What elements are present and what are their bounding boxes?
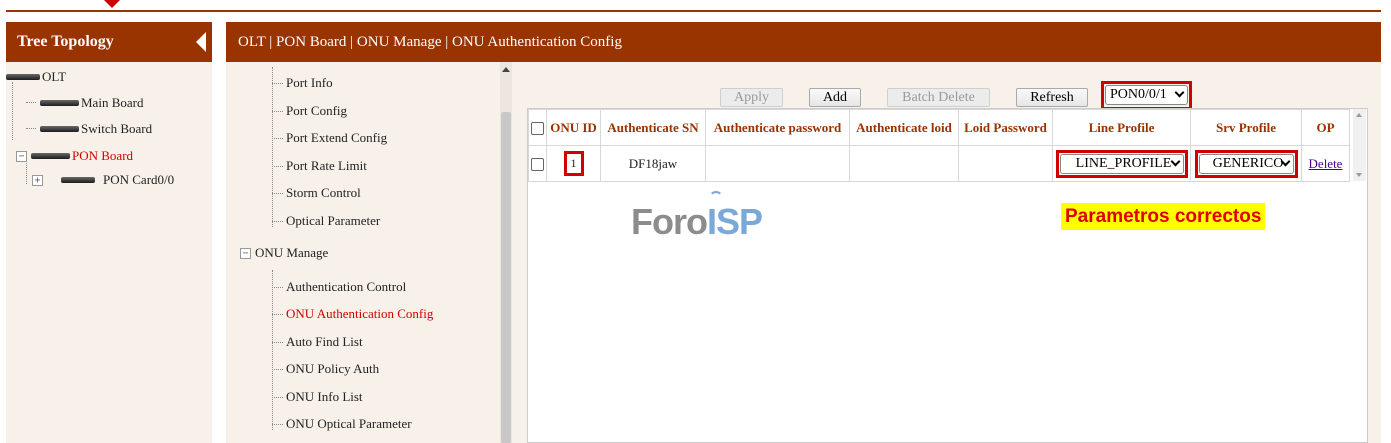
pon-port-value: PON0/0/1	[1110, 87, 1167, 102]
highlight-box: GENERICO	[1194, 149, 1298, 178]
function-menu: Port Info Port Config Port Extend Config…	[226, 62, 514, 443]
table-scrollbar[interactable]	[1353, 109, 1366, 181]
menu-group-onu-manage[interactable]: − ONU Manage	[240, 245, 328, 261]
scroll-up-icon[interactable]	[502, 67, 510, 72]
highlight-box: LINE_PROFILE	[1055, 149, 1188, 178]
onu-id-cell: 1	[546, 145, 601, 182]
tree-node-label: PON Board	[72, 148, 134, 163]
tree-node-switch-board[interactable]: Switch Board	[40, 121, 152, 137]
top-border-line	[6, 10, 1381, 12]
collapse-panel-icon[interactable]	[196, 32, 206, 52]
annotation-note: Parametros correctos	[1061, 203, 1266, 230]
select-all-cell	[528, 109, 547, 146]
row-select-cell	[528, 145, 547, 182]
menu-item-port-config[interactable]: Port Config	[271, 103, 347, 119]
table-header-row: ONU ID Authenticate SN Authenticate pass…	[528, 109, 1350, 146]
menu-item-onu-authentication-config[interactable]: ONU Authentication Config	[271, 306, 433, 322]
menu-item-port-info[interactable]: Port Info	[272, 75, 333, 91]
srv-profile-cell: GENERICO	[1190, 145, 1302, 182]
tree-node-olt[interactable]: OLT	[6, 69, 66, 85]
olt-device-icon	[6, 74, 40, 80]
menu-item-onu-policy-auth[interactable]: ONU Policy Auth	[271, 361, 379, 377]
expand-icon[interactable]: +	[32, 174, 43, 186]
menu-item-optical-parameter[interactable]: Optical Parameter	[271, 213, 380, 229]
indicator-arrow-icon	[104, 0, 120, 8]
add-button[interactable]: Add	[809, 88, 861, 107]
menu-item-authentication-control[interactable]: Authentication Control	[271, 279, 406, 295]
tree-connector	[26, 128, 36, 129]
scroll-up-icon[interactable]	[1356, 113, 1362, 117]
tree-node-label: Switch Board	[81, 121, 153, 136]
pon-port-select[interactable]: PON0/0/1	[1105, 85, 1188, 105]
authenticate-sn-cell: DF18jaw	[600, 145, 706, 182]
select-all-checkbox[interactable]	[531, 122, 544, 136]
tree-connector	[26, 102, 36, 103]
menu-item-port-rate-limit[interactable]: Port Rate Limit	[272, 158, 367, 174]
column-header-authenticate-sn[interactable]: Authenticate SN	[600, 109, 706, 146]
tree-node-main-board[interactable]: Main Board	[40, 95, 143, 111]
apply-button[interactable]: Apply	[720, 88, 783, 107]
menu-item-storm-control[interactable]: Storm Control	[272, 185, 361, 201]
column-header-op[interactable]: OP	[1301, 109, 1350, 146]
menu-item-onu-optical-parameter[interactable]: ONU Optical Parameter	[272, 416, 412, 432]
loid-password-cell	[958, 145, 1053, 182]
menu-connector	[272, 270, 273, 430]
menu-connector	[272, 67, 273, 227]
row-checkbox[interactable]	[531, 158, 544, 172]
menu-item-onu-info-list[interactable]: ONU Info List	[272, 389, 363, 405]
refresh-button[interactable]: Refresh	[1016, 88, 1088, 107]
watermark-part1: Foro	[631, 201, 708, 242]
tree: OLT Main Board Switch Board − PON Board …	[6, 62, 212, 443]
onu-auth-table: ONU ID Authenticate SN Authenticate pass…	[528, 109, 1350, 182]
collapse-icon[interactable]: −	[240, 247, 251, 259]
scroll-down-icon[interactable]	[1356, 173, 1362, 177]
batch-delete-button[interactable]: Batch Delete	[887, 88, 990, 107]
tree-node-label: OLT	[42, 69, 67, 84]
authenticate-password-cell	[705, 145, 850, 182]
board-icon	[40, 100, 79, 106]
menu-scrollbar[interactable]	[500, 62, 512, 443]
breadcrumb: OLT | PON Board | ONU Manage | ONU Authe…	[226, 22, 1381, 62]
column-header-srv-profile[interactable]: Srv Profile	[1190, 109, 1302, 146]
board-icon	[31, 153, 70, 159]
tree-connector	[12, 82, 13, 140]
line-profile-select[interactable]: LINE_PROFILE	[1059, 153, 1184, 174]
authenticate-loid-cell	[849, 145, 959, 182]
tree-topology-header: Tree Topology	[6, 22, 212, 62]
menu-item-auto-find-list[interactable]: Auto Find List	[272, 334, 363, 350]
line-profile-value: LINE_PROFILE	[1075, 155, 1172, 171]
board-icon	[61, 177, 95, 183]
tree-node-pon-card[interactable]: + PON Card0/0	[32, 172, 174, 188]
column-header-authenticate-loid[interactable]: Authenticate loid	[849, 109, 959, 146]
table-row: 1 DF18jaw LINE_PROFILE GENERICO Delete	[528, 145, 1350, 182]
column-header-loid-password[interactable]: Loid Password	[958, 109, 1053, 146]
column-header-onu-id[interactable]: ONU ID	[546, 109, 601, 146]
menu-group-label: ONU Manage	[255, 245, 329, 260]
column-header-line-profile[interactable]: Line Profile	[1052, 109, 1191, 146]
collapse-icon[interactable]: −	[16, 150, 27, 162]
column-header-authenticate-password[interactable]: Authenticate password	[705, 109, 850, 146]
board-icon	[40, 126, 79, 132]
watermark-part2: ISP	[706, 201, 763, 242]
srv-profile-select[interactable]: GENERICO	[1198, 153, 1294, 174]
tree-node-label: PON Card0/0	[103, 172, 175, 187]
foroisp-watermark-logo: ForoISP	[631, 191, 763, 243]
chevron-down-icon	[1174, 87, 1185, 98]
wifi-icon	[709, 191, 723, 201]
delete-link[interactable]: Delete	[1309, 156, 1343, 171]
line-profile-cell: LINE_PROFILE	[1052, 145, 1191, 182]
tree-node-label: Main Board	[81, 95, 144, 110]
tree-node-pon-board[interactable]: − PON Board	[16, 148, 133, 164]
tree-topology-title: Tree Topology	[17, 33, 114, 50]
scrollbar-thumb[interactable]	[501, 112, 511, 443]
op-cell: Delete	[1301, 145, 1350, 182]
tree-topology-panel: Tree Topology OLT Main Board Switch Boar…	[6, 22, 212, 443]
onu-id-value[interactable]: 1	[563, 151, 584, 176]
menu-item-port-extend-config[interactable]: Port Extend Config	[271, 130, 387, 146]
chevron-down-icon	[1170, 156, 1180, 166]
srv-profile-value: GENERICO	[1212, 155, 1284, 171]
